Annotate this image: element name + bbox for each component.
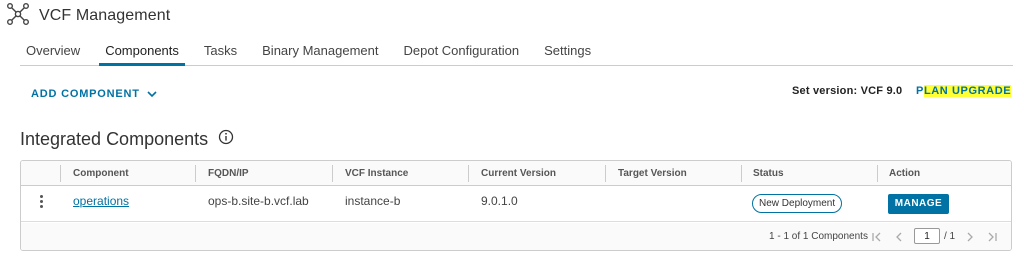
last-page-icon[interactable] bbox=[986, 230, 998, 242]
previous-page-icon[interactable] bbox=[893, 230, 905, 242]
section-title: Integrated Components bbox=[20, 129, 234, 150]
set-version-label: Set version: VCF 9.0 bbox=[792, 85, 903, 97]
status-badge: New Deployment bbox=[752, 194, 843, 213]
column-header-vcf-instance[interactable]: VCF Instance bbox=[333, 161, 408, 186]
tab-binary-management[interactable]: Binary Management bbox=[256, 37, 384, 66]
add-component-button[interactable]: ADD COMPONENT bbox=[31, 85, 157, 103]
tab-components[interactable]: Components bbox=[99, 37, 185, 66]
page-number-input[interactable] bbox=[914, 228, 940, 244]
next-page-icon[interactable] bbox=[964, 230, 976, 242]
plan-upgrade-button[interactable]: PLAN UPGRADE bbox=[916, 82, 1012, 100]
row-actions-icon[interactable] bbox=[36, 194, 46, 210]
tab-bar: Overview Components Tasks Binary Managem… bbox=[20, 37, 1013, 66]
table-footer: 1 - 1 of 1 Components / 1 bbox=[21, 223, 1011, 250]
column-header-fqdn[interactable]: FQDN/IP bbox=[196, 161, 249, 186]
column-header-target-version[interactable]: Target Version bbox=[606, 161, 687, 186]
app-header: VCF Management bbox=[6, 2, 171, 31]
tab-depot-configuration[interactable]: Depot Configuration bbox=[397, 37, 525, 66]
plan-upgrade-highlighted: LAN UPGRADE bbox=[923, 85, 1012, 97]
cell-vcf-instance: instance-b bbox=[345, 194, 401, 208]
component-link[interactable]: operations bbox=[73, 194, 129, 208]
cell-fqdn: ops-b.site-b.vcf.lab bbox=[208, 194, 309, 208]
page-total: / 1 bbox=[944, 231, 956, 242]
column-header-status[interactable]: Status bbox=[741, 161, 784, 186]
app-title: VCF Management bbox=[39, 7, 171, 24]
column-header-current-version[interactable]: Current Version bbox=[469, 161, 556, 186]
tab-overview[interactable]: Overview bbox=[20, 37, 86, 66]
components-table: Component FQDN/IP VCF Instance Current V… bbox=[20, 160, 1012, 251]
section-title-text: Integrated Components bbox=[20, 129, 209, 149]
tab-settings[interactable]: Settings bbox=[538, 37, 597, 66]
cell-target-version bbox=[606, 187, 618, 220]
pagination-summary: 1 - 1 of 1 Components bbox=[769, 231, 868, 242]
network-nodes-icon bbox=[6, 2, 30, 31]
manage-button[interactable]: MANAGE bbox=[888, 194, 949, 214]
column-header-action[interactable]: Action bbox=[877, 161, 920, 186]
table-header: Component FQDN/IP VCF Instance Current V… bbox=[21, 161, 1011, 186]
column-header-component[interactable]: Component bbox=[61, 161, 129, 186]
table-row: operations ops-b.site-b.vcf.lab instance… bbox=[21, 187, 1011, 222]
tab-tasks[interactable]: Tasks bbox=[198, 37, 243, 66]
add-component-label: ADD COMPONENT bbox=[31, 88, 140, 100]
info-icon[interactable] bbox=[208, 129, 234, 150]
chevron-down-icon bbox=[140, 85, 157, 103]
cell-component: operations bbox=[61, 187, 129, 220]
plan-upgrade-prefix: P bbox=[916, 85, 924, 97]
first-page-icon[interactable] bbox=[871, 230, 883, 242]
cell-current-version: 9.0.1.0 bbox=[481, 194, 518, 208]
